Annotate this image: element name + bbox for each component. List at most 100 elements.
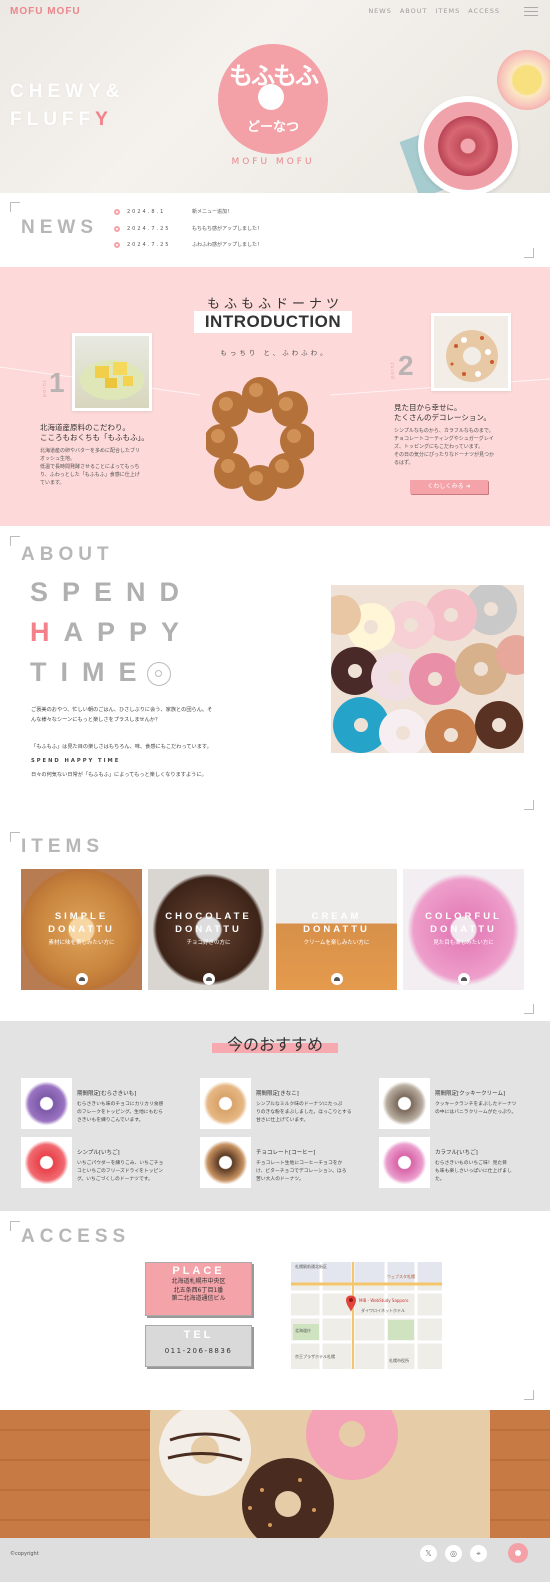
recommend-image[interactable] [379,1078,430,1129]
arrow-icon: ➜ [465,483,471,490]
hero-catchcopy: CHEWY& FLUFFY [10,78,124,134]
nav-items[interactable]: ITEMS [435,7,460,15]
nav-access[interactable]: ACCESS [468,7,500,15]
donut-badge-icon [76,973,88,985]
point1-image [72,333,152,411]
recommend-name: 期間限定[むらさきいも] [77,1091,137,1097]
map-label: 京王プラザホテル札幌 [295,1354,335,1359]
recommend-image[interactable] [200,1078,251,1129]
x-icon[interactable]: 𝕏 [420,1545,437,1562]
item-card-simple[interactable]: SIMPLE DONATTU 素材に味を楽しみたい方に [21,869,142,990]
corner-bracket [10,536,20,546]
items-section: ITEMS SIMPLE DONATTU 素材に味を楽しみたい方に CHOCOLA… [0,818,550,1021]
nav-about[interactable]: ABOUT [400,7,428,15]
point1-label: point [42,379,48,397]
news-section: NEWS 2024.8.1 新メニュー追加！ 2024.7.25 もちもち感がアップ… [0,193,550,267]
corner-bracket [524,1390,534,1400]
donut-bullet-icon [114,225,120,232]
nav-news[interactable]: NEWS [368,7,392,15]
brand-logo-sub: MOFU MOFU [231,157,315,167]
catch-line-1: CHEWY& [10,81,125,102]
tel-label: TEL [183,1329,214,1341]
introduction-section: もふもふドーナツ INTRODUCTION もっちり と、ふわふわ。 point… [0,267,550,526]
point1-body: 北海道産の卵やバターを多めに配合したブリ オッシュ生地。 低温で長時間発酵させること… [40,448,141,486]
lemon-drink-image [497,50,550,110]
point1-number: 1 [49,367,65,398]
more-details-button[interactable]: くわしくみる ➜ [410,480,488,494]
brand-logo-icon: もふもふ どーなつ [218,44,328,154]
recommend-name: 期間限定[きなこ] [256,1091,299,1097]
donut-bullet-icon [114,208,120,215]
menu-icon[interactable] [524,4,538,16]
google-map[interactable]: 札幌駅前通北街区 ウェブスタ札幌 MIB - WebStudy Sapporo … [291,1262,442,1369]
access-title: ACCESS [21,1226,131,1247]
footer: ©copyright 𝕏 ◎ ⌖ [0,1538,550,1582]
about-section: ABOUT SPEND HAPPY TIME ご褒美のおやつ、忙しい朝のごはん、… [0,526,550,818]
recommend-desc: むらさきいものいちご味！見た目 も味も楽しさいっぱいに仕上げまし た。 [435,1161,512,1182]
recommend-image[interactable] [200,1137,251,1188]
about-title: ABOUT [21,544,114,565]
catch-line-2: FLUFFY [10,109,113,130]
donut-bullet-icon [114,241,120,248]
donut-badge-icon [331,973,343,985]
about-slogan: SPEND HAPPY TIME [31,758,121,764]
french-cruller-donut-image [206,377,314,501]
donut-outline-icon [147,662,171,686]
recommend-desc: むらさきいも味のチョコにカリカリ食感 のフレークをトッピング。生地にもむら さきいも… [77,1102,164,1123]
recommend-desc: シンプルなミルク味のドーナツにたっぷ りのきな粉をまぶしました。ほっこりとする 甘さ… [256,1102,352,1123]
access-section: ACCESS PLACE 北海道札幌市中央区 北五条西6丁目1番 第二北海道通信ビル… [0,1211,550,1410]
corner-bracket [10,1221,20,1231]
instagram-icon[interactable]: ◎ [445,1545,462,1562]
map-label: ダイワロイネットホテル [361,1308,405,1313]
news-title: NEWS [21,217,98,238]
tel-number[interactable]: 011-206-8836 [146,1347,251,1355]
recommend-desc: チョコレート生地にコーヒーチョコをか け、ビターチョコでデコレーション。ほろ 苦い大… [256,1161,347,1182]
point2-number: 2 [398,350,414,381]
news-item[interactable]: 2024.8.1 新メニュー追加！ [114,208,232,215]
news-item[interactable]: 2024.7.25 もちもち感がアップしました！ [114,225,262,232]
item-card-chocolate[interactable]: CHOCOLATE DONATTU チョコ好きの方に [148,869,269,990]
corner-bracket [10,202,20,212]
point2-label: point [390,361,396,379]
point2-body: シンプルなものから、カラフルなものまで。 チョコレートコーティングやシュガーグレイ… [394,428,495,466]
intro-title-en: INTRODUCTION [194,311,352,333]
recommend-desc: いちごパウダーを練りこみ、いちごチョ コといちごのフリーズドライをトッピン グ。いち… [77,1161,164,1182]
recommend-section: 今のおすすめ 期間限定[むらさきいも] むらさきいも味のチョコにカリカリ食感 のフ… [0,1021,550,1211]
recommend-title: 今のおすすめ [212,1031,338,1054]
map-label: 北海道庁 [295,1328,311,1333]
news-item[interactable]: 2024.7.25 ふわふわ感がアップしました！ [114,241,262,248]
tel-box: TEL 011-206-8836 [145,1325,252,1367]
donut-badge-icon [203,973,215,985]
site-logo[interactable]: MOFU MOFU [10,6,81,17]
intro-title-jp: もふもふドーナツ [206,297,343,312]
item-card-cream[interactable]: CREAM DONATTU クリームを楽しみたい方に [276,869,397,990]
item-card-colorful[interactable]: COLORFUL DONATTU 見た目も楽しみたい方に [403,869,524,990]
plate-donut-image [418,96,518,193]
place-box: PLACE 北海道札幌市中央区 北五条西6丁目1番 第二北海道通信ビル [145,1262,252,1316]
about-paragraph-3: 日々の何気ない日常が「もふもふ」によってもっと楽しくなりますように。 [31,772,207,778]
donuts-on-board-photo [0,1410,550,1538]
recommend-image[interactable] [21,1078,72,1129]
map-label: MIB - WebStudy Sapporo [359,1298,409,1303]
corner-bracket [524,1004,534,1014]
recommend-desc: クッキークランチをまぶしたドーナツ の中にはバニラクリームがたっぷり。 [435,1102,517,1115]
recommend-name: カラフル[いちご] [435,1150,478,1156]
about-line-spend: SPEND [30,577,194,607]
map-label: 札幌市役所 [389,1358,409,1363]
recommend-name: チョコレート[コーヒー] [256,1150,316,1156]
footer-logo-icon[interactable] [508,1543,528,1563]
assorted-donuts-photo [331,585,524,753]
recommend-name: シンプル[いちご] [77,1150,120,1156]
point2-title: 見た目から幸せに。 たくさんのデコレーション。 [394,403,491,422]
items-title: ITEMS [21,836,105,857]
global-nav: NEWS ABOUT ITEMS ACCESS [368,7,500,15]
hero-section: MOFU MOFU NEWS ABOUT ITEMS ACCESS CHEWY&… [0,0,550,193]
brand-logo-line2: どーなつ [246,120,299,135]
map-label: ウェブスタ札幌 [387,1274,415,1279]
recommend-image[interactable] [21,1137,72,1188]
corner-bracket [524,800,534,810]
recommend-image[interactable] [379,1137,430,1188]
map-pin-icon[interactable]: ⌖ [470,1545,487,1562]
place-label: PLACE [172,1265,225,1277]
point2-image [431,313,511,391]
